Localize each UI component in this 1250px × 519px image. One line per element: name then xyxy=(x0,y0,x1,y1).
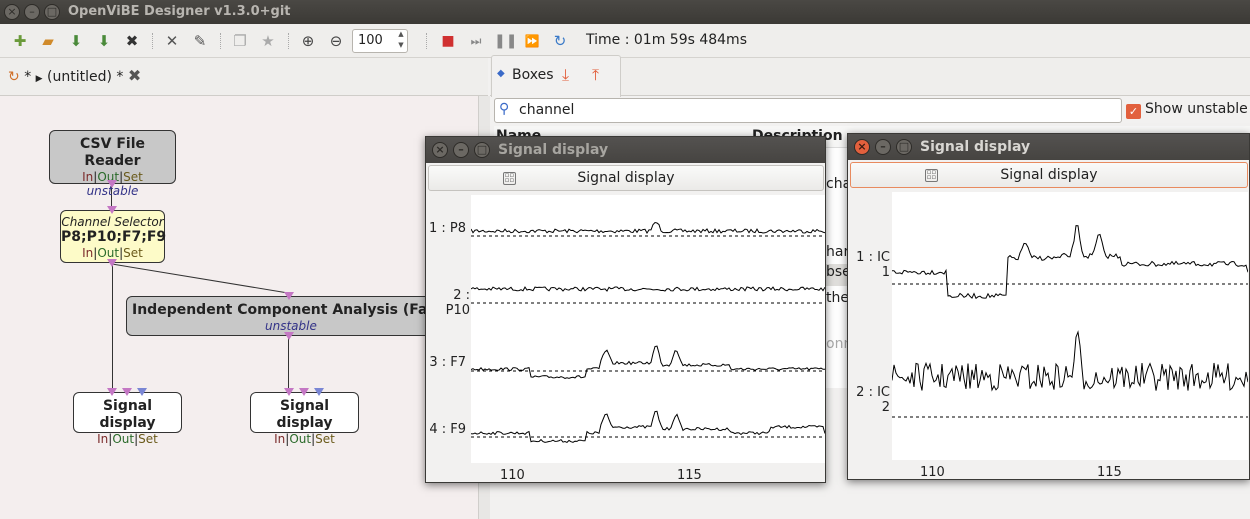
signal-trace xyxy=(471,286,825,292)
channel-label: 1 : IC 1 xyxy=(856,250,890,280)
output-pin[interactable] xyxy=(107,259,117,267)
display-settings-button[interactable]: ▫▫ ▫▫ Signal display xyxy=(850,162,1248,188)
box-io: In|Out|Set xyxy=(97,432,158,446)
time-display: Time : 01m 59s 484ms xyxy=(586,32,747,48)
pause-icon[interactable]: ❚❚ xyxy=(494,31,517,51)
boxes-icon: ◆ xyxy=(497,68,505,79)
close-icon[interactable]: × xyxy=(432,142,448,158)
show-unstable-checkbox[interactable]: ✓ Show unstable xyxy=(1126,101,1248,119)
display-settings-button[interactable]: ▫▫ ▫▫ Signal display xyxy=(428,165,824,191)
maximize-icon[interactable]: □ xyxy=(896,139,912,155)
box-title: P8;P10;F7;F9 xyxy=(61,229,167,245)
x-tick-label: 115 xyxy=(677,468,702,483)
box-channel-selector[interactable]: Channel Selector P8;P10;F7;F9 In|Out|Set xyxy=(60,210,167,263)
settings-grid-icon: ▫▫ ▫▫ xyxy=(925,168,938,182)
channel-label: 1 : P8 xyxy=(428,221,466,236)
minimize-icon[interactable]: – xyxy=(875,139,891,155)
input-pin[interactable] xyxy=(107,206,117,214)
box-title: Signal display xyxy=(99,398,156,431)
signal-trace xyxy=(471,410,825,443)
box-signal-display-1[interactable]: Signal display In|Out|Set xyxy=(73,392,182,446)
close-icon[interactable]: × xyxy=(854,139,870,155)
box-io: In|Out|Set xyxy=(82,246,143,260)
tab-boxes[interactable]: ◆ Boxes ⤓ ⤒ xyxy=(491,55,621,97)
ica-plot-area xyxy=(892,192,1248,460)
input-pin[interactable] xyxy=(284,292,294,300)
window-title: Signal display xyxy=(498,142,609,158)
box-csv-file-reader[interactable]: CSV File Reader In|Out|Set unstable xyxy=(49,130,176,198)
signal-display-window-1: × – □ Signal display ▫▫ ▫▫ Signal display… xyxy=(425,136,826,483)
output-pin[interactable] xyxy=(284,332,294,340)
eeg-plot-area xyxy=(471,195,825,463)
channel-label: 2 : IC 2 xyxy=(856,385,890,415)
x-tick-label: 115 xyxy=(1097,465,1122,480)
input-pin[interactable] xyxy=(314,388,324,396)
list-item[interactable]: har xyxy=(826,244,849,260)
signal-trace xyxy=(892,225,1248,300)
maximize-icon[interactable]: □ xyxy=(474,142,490,158)
search-icon: ⚲ xyxy=(499,101,510,117)
input-pin[interactable] xyxy=(299,388,309,396)
fast-forward-icon[interactable]: ⏩ xyxy=(522,31,542,51)
signal-trace xyxy=(892,330,1248,392)
signal-trace xyxy=(471,221,825,234)
channel-label: 3 : F7 xyxy=(429,355,466,370)
box-subtitle: Channel Selector xyxy=(61,215,164,229)
window-titlebar: × – □ Signal display xyxy=(426,137,825,163)
box-io: In|Out|Set xyxy=(274,432,335,446)
channel-label: 4 : F9 xyxy=(429,422,466,437)
box-title: Independent Component Analysis (FastIC xyxy=(132,302,436,318)
channel-label: 2 : P10 xyxy=(445,288,470,318)
checkbox-check-icon: ✓ xyxy=(1126,104,1141,119)
box-signal-display-2[interactable]: Signal display In|Out|Set xyxy=(250,392,359,446)
box-title: Signal display xyxy=(276,398,333,431)
x-tick-label: 110 xyxy=(500,468,525,483)
list-item[interactable]: the xyxy=(826,290,849,306)
box-search-input[interactable]: ⚲ channel xyxy=(494,98,1122,123)
minimize-icon[interactable]: – xyxy=(453,142,469,158)
input-pin[interactable] xyxy=(107,388,117,396)
window-title: Signal display xyxy=(920,139,1031,155)
expand-icon[interactable]: ⤒ xyxy=(592,65,599,85)
refresh-icon[interactable]: ↻ xyxy=(550,31,570,51)
settings-grid-icon: ▫▫ ▫▫ xyxy=(503,171,516,185)
input-pin[interactable] xyxy=(122,388,132,396)
collapse-icon[interactable]: ⤓ xyxy=(562,65,569,85)
signal-trace xyxy=(471,345,825,379)
unstable-badge: unstable xyxy=(265,319,317,333)
input-pin[interactable] xyxy=(284,388,294,396)
signal-display-window-2: × – □ Signal display ▫▫ ▫▫ Signal display… xyxy=(847,133,1250,480)
window-titlebar: × – □ Signal display xyxy=(848,134,1249,160)
box-title: CSV File Reader xyxy=(80,136,145,169)
search-value: channel xyxy=(519,102,575,118)
output-pin[interactable] xyxy=(107,180,117,188)
box-ica[interactable]: Independent Component Analysis (FastIC u… xyxy=(126,296,436,336)
x-tick-label: 110 xyxy=(920,465,945,480)
tab-label: Boxes xyxy=(512,67,554,83)
input-pin[interactable] xyxy=(137,388,147,396)
